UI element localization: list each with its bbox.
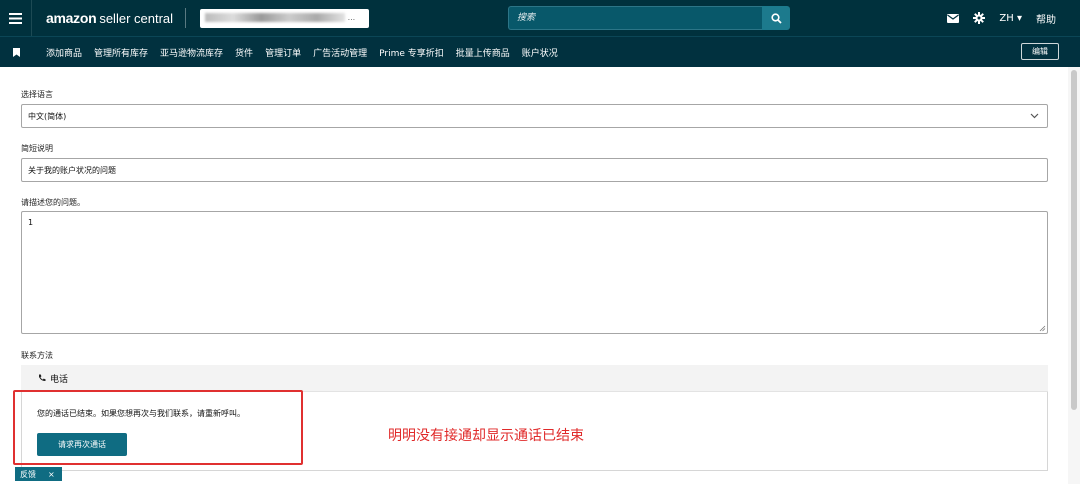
gear-icon[interactable] (973, 12, 986, 24)
bookmark-icon[interactable] (0, 47, 32, 57)
mail-icon[interactable] (947, 13, 960, 23)
search-icon (770, 12, 782, 24)
nav-items: 添加商品 管理所有库存 亚马逊物流库存 货件 管理订单 广告活动管理 Prime… (46, 46, 558, 59)
scrollbar[interactable] (1068, 67, 1080, 484)
chevron-down-icon (1030, 113, 1039, 119)
feedback-label: 反馈 (20, 469, 36, 479)
language-select[interactable]: 中文(简体) (21, 104, 1048, 128)
search-button[interactable] (762, 6, 790, 30)
nav-item-fba-inventory[interactable]: 亚马逊物流库存 (160, 46, 223, 59)
logo-seller-central: seller central (99, 11, 174, 26)
feedback-tab[interactable]: 反馈 × (15, 467, 62, 481)
nav-bar: 添加商品 管理所有库存 亚马逊物流库存 货件 管理订单 广告活动管理 Prime… (0, 36, 1080, 67)
search-bar (508, 6, 790, 30)
describe-label: 请描述您的问题。 (21, 198, 85, 207)
help-link[interactable]: 帮助 (1036, 11, 1056, 26)
top-header: amazon seller central ... ZH ▾ 帮助 (0, 0, 1080, 36)
header-actions: ZH ▾ 帮助 (947, 0, 1056, 36)
annotation-highlight-box (13, 390, 303, 465)
tab-phone-label: 电话 (50, 374, 69, 385)
summary-input[interactable]: 关于我的账户状况的问题 (21, 158, 1048, 182)
nav-item-campaign-manager[interactable]: 广告活动管理 (313, 46, 367, 59)
edit-button[interactable]: 编辑 (1021, 43, 1059, 60)
nav-item-bulk-upload[interactable]: 批量上传商品 (456, 46, 510, 59)
resize-handle-icon[interactable] (1039, 325, 1046, 332)
store-text: ... (347, 12, 356, 22)
nav-item-manage-inventory[interactable]: 管理所有库存 (94, 46, 148, 59)
tab-phone[interactable]: 电话 (21, 365, 1048, 392)
menu-icon[interactable] (0, 0, 32, 36)
caret-down-icon: ▾ (1016, 12, 1022, 24)
summary-label: 简短说明 (21, 144, 53, 153)
language-select-value: 中文(简体) (28, 111, 67, 121)
amazon-seller-central-logo[interactable]: amazon seller central (46, 10, 173, 26)
nav-item-shipments[interactable]: 货件 (235, 46, 253, 59)
language-label: 选择语言 (21, 90, 53, 99)
store-name-redacted (205, 12, 346, 22)
nav-item-manage-orders[interactable]: 管理订单 (265, 46, 301, 59)
describe-value: 1 (28, 218, 34, 227)
scrollbar-thumb[interactable] (1071, 70, 1077, 410)
language-label: ZH (999, 12, 1014, 24)
close-icon[interactable]: × (48, 470, 55, 479)
nav-item-account-health[interactable]: 账户状况 (522, 46, 558, 59)
header-divider (185, 8, 187, 28)
phone-icon (39, 374, 46, 382)
describe-textarea[interactable]: 1 (21, 211, 1048, 334)
summary-value: 关于我的账户状况的问题 (28, 165, 116, 175)
annotation-text: 明明没有接通却显示通话已结束 (388, 428, 584, 444)
language-selector[interactable]: ZH ▾ (999, 13, 1022, 24)
store-selector[interactable]: ... (200, 8, 370, 28)
contact-method-label: 联系方法 (21, 351, 53, 360)
nav-item-prime-discounts[interactable]: Prime 专享折扣 (379, 46, 444, 59)
logo-amazon: amazon (46, 10, 97, 26)
nav-item-add-products[interactable]: 添加商品 (46, 46, 82, 59)
search-input[interactable] (508, 6, 762, 30)
